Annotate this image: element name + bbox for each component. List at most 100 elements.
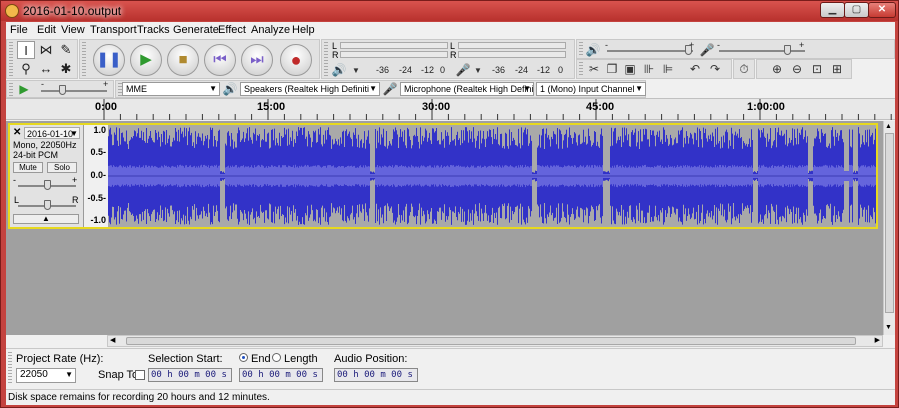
cut-icon[interactable]: ✂ [586,61,602,77]
fit-selection-icon[interactable]: ⊡ [809,61,825,77]
toolbar-grip[interactable] [82,42,86,76]
redo-icon[interactable]: ↷ [707,61,723,77]
chevron-down-icon: ▼ [70,129,78,138]
audio-position-label: Audio Position: [334,353,408,365]
vertical-scrollbar[interactable]: ▲ ▼ [883,121,895,335]
menu-edit[interactable]: Edit [37,24,56,36]
stop-button[interactable]: ■ [167,44,199,76]
speed-min-label: - [41,79,44,89]
track-control-panel: ✕ 2016-01-10 ▼ Mono, 22050Hz 24-bit PCM M… [10,125,84,227]
horizontal-scroll-thumb[interactable] [126,337,856,345]
toolbar-grip[interactable] [9,83,13,96]
zoom-tool-icon[interactable]: ⚲ [17,60,35,78]
input-volume-min-label: - [717,40,720,50]
ruler-label: 30:00 [422,101,451,113]
toolbar-grip[interactable] [324,42,328,76]
title-bar: 2016-01-10.output ▁ ▢ ✕ [1,1,898,21]
zoom-out-icon[interactable]: ⊖ [789,61,805,77]
solo-button[interactable]: Solo [47,162,77,173]
skip-end-icon: ⏭ [250,51,264,68]
play-meter-left-bar[interactable] [458,42,566,49]
skip-start-button[interactable]: ⏮ [204,44,236,76]
collapse-track-button[interactable]: ▲ [13,214,79,224]
pan-thumb[interactable] [44,200,51,210]
track-name-dropdown[interactable]: 2016-01-10 ▼ [24,127,80,139]
record-meter-right-bar[interactable] [340,51,448,58]
menu-tracks[interactable]: Tracks [137,24,170,36]
output-volume-slider[interactable] [607,50,693,52]
project-rate-select[interactable]: 22050 ▼ [16,368,76,383]
play-meter-right-bar[interactable] [458,51,566,58]
play-speed-thumb[interactable] [59,85,66,95]
menu-analyze[interactable]: Analyze [251,24,290,36]
audio-host-select[interactable]: MME ▼ [122,82,220,96]
waveform-display[interactable] [108,125,876,227]
audio-position-time[interactable]: 00 h 00 m 00 s [334,368,418,382]
trim-icon[interactable]: ⊪ [641,61,657,77]
fit-project-icon[interactable]: ⊞ [829,61,845,77]
draw-tool-icon[interactable]: ✎ [57,41,75,59]
record-tick: -36 [376,65,390,75]
speaker-icon[interactable]: 🔊 [331,62,347,78]
scroll-left-icon[interactable]: ◀ [110,336,115,344]
ruler-label: 45:00 [586,101,615,113]
minimize-button[interactable]: ▁ [820,2,845,18]
amplitude-scale[interactable]: 1.0 0.5- 0.0- -0.5- -1.0 [84,125,108,227]
selection-tool-icon[interactable]: I [17,41,35,59]
silence-icon[interactable]: ⊫ [660,61,676,77]
play-speed-slider[interactable] [41,90,107,92]
vertical-scroll-thumb[interactable] [885,133,894,313]
toolbar-grip[interactable] [9,42,13,76]
menu-view[interactable]: View [61,24,85,36]
toolbar-grip[interactable] [579,42,583,57]
paste-icon[interactable]: ▣ [622,61,638,77]
play-at-speed-icon[interactable]: ▶ [16,81,32,97]
timeshift-tool-icon[interactable]: ↔ [37,60,55,78]
maximize-button[interactable]: ▢ [844,2,869,18]
chevron-down-icon[interactable]: ▼ [348,63,364,79]
snap-to-checkbox[interactable] [135,370,145,380]
input-volume-slider[interactable] [719,50,805,52]
scroll-down-icon[interactable]: ▼ [885,324,892,331]
scroll-up-icon[interactable]: ▲ [885,123,892,130]
gain-thumb[interactable] [44,180,51,190]
horizontal-scrollbar[interactable]: ◀ ▶ [107,335,883,347]
output-volume-thumb[interactable] [685,45,692,55]
output-device-select[interactable]: Speakers (Realtek High Definiti ▼ [240,82,380,96]
selection-start-time[interactable]: 00 h 00 m 00 s [148,368,232,382]
audio-track[interactable]: ✕ 2016-01-10 ▼ Mono, 22050Hz 24-bit PCM M… [8,123,878,229]
microphone-icon[interactable]: 🎤 [455,62,471,78]
pause-button[interactable]: ❚❚ [93,44,125,76]
menu-generate[interactable]: Generate [173,24,219,36]
mute-button[interactable]: Mute [13,162,43,173]
track-panel[interactable]: ✕ 2016-01-10 ▼ Mono, 22050Hz 24-bit PCM M… [6,121,883,335]
end-radio[interactable] [239,353,248,362]
menu-file[interactable]: File [10,24,28,36]
length-radio[interactable] [272,353,281,362]
play-icon: ▶ [140,51,152,68]
copy-icon[interactable]: ❐ [604,61,620,77]
record-meter-left-bar[interactable] [340,42,448,49]
menu-help[interactable]: Help [292,24,315,36]
envelope-tool-icon[interactable]: ⋈ [37,41,55,59]
input-channels-select[interactable]: 1 (Mono) Input Channel ▼ [536,82,646,96]
chevron-down-icon[interactable]: ▼ [470,63,486,79]
input-volume-thumb[interactable] [784,45,791,55]
multi-tool-icon[interactable]: ✱ [57,60,75,78]
timeline-ruler[interactable]: 0:00 15:00 30:00 45:00 1:00:00 [6,98,895,120]
toolbar-grip[interactable] [8,352,12,384]
close-button[interactable]: ✕ [868,2,896,18]
undo-icon[interactable]: ↶ [687,61,703,77]
close-track-icon[interactable]: ✕ [13,128,23,138]
play-button[interactable]: ▶ [130,44,162,76]
selection-end-time[interactable]: 00 h 00 m 00 s [239,368,323,382]
input-device-select[interactable]: Microphone (Realtek High Defini ▼ [400,82,534,96]
record-button[interactable]: ● [280,44,312,76]
sync-lock-icon[interactable]: ⏱ [736,61,752,77]
skip-end-button[interactable]: ⏭ [241,44,273,76]
scroll-right-icon[interactable]: ▶ [875,336,880,344]
zoom-in-icon[interactable]: ⊕ [769,61,785,77]
menu-effect[interactable]: Effect [218,24,246,36]
menu-transport[interactable]: Transport [90,24,137,36]
toolbar-grip[interactable] [579,62,583,77]
